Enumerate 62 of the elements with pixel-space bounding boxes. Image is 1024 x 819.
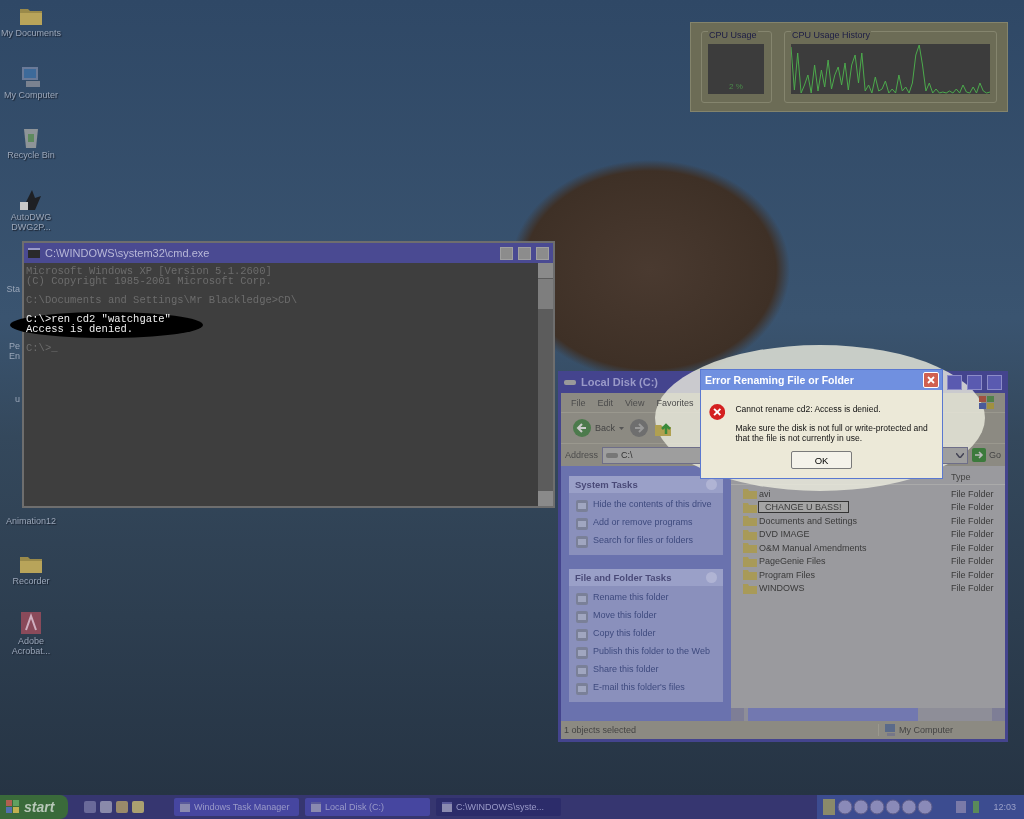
icon-label[interactable]: Adobe Acrobat... xyxy=(0,636,62,656)
file-name: avi xyxy=(758,488,772,499)
file-name: DVD IMAGE xyxy=(758,529,811,540)
panel-title: System Tasks xyxy=(575,479,638,490)
task-link[interactable]: Add or remove programs xyxy=(593,517,693,527)
menu-item[interactable]: File xyxy=(571,397,586,408)
file-type: File Folder xyxy=(951,488,995,499)
panel-title: CPU Usage xyxy=(708,30,758,40)
panel-title: CPU Usage History xyxy=(791,30,872,40)
cpu-reading: 2 % xyxy=(729,82,743,91)
file-type: File Folder xyxy=(951,583,995,594)
menu-item[interactable]: Edit xyxy=(597,397,614,408)
icon-label[interactable]: Recorder xyxy=(12,576,50,586)
file-name: PageGenie Files xyxy=(758,556,827,567)
task-link[interactable]: Move this folder xyxy=(593,610,657,620)
address-label: Address xyxy=(565,450,599,460)
icon-label[interactable]: u xyxy=(0,394,20,404)
file-type: File Folder xyxy=(951,529,995,540)
file-name: O&M Manual Amendments xyxy=(758,542,868,553)
status-text: 1 objects selected xyxy=(563,725,638,735)
task-link[interactable]: E-mail this folder's files xyxy=(593,682,685,692)
file-type: File Folder xyxy=(951,556,995,567)
file-name: Documents and Settings xyxy=(758,515,859,526)
icon-label[interactable]: AutoDWG DWG2P... xyxy=(0,212,62,232)
rename-field[interactable]: CHANGE U BASS! xyxy=(758,501,849,514)
task-link[interactable]: Copy this folder xyxy=(593,628,656,638)
panel-title: File and Folder Tasks xyxy=(575,572,672,583)
file-type: File Folder xyxy=(951,569,995,580)
task-link[interactable]: Publish this folder to the Web xyxy=(593,646,710,656)
icon-label[interactable]: Sta xyxy=(0,284,20,294)
console-line: Access is denied. xyxy=(26,324,134,335)
window-title: Local Disk (C:) xyxy=(581,376,658,388)
console-line: C:\>ren cd2 "watchgate" xyxy=(26,314,172,325)
file-name: Program Files xyxy=(758,569,816,580)
icon-label[interactable]: My Computer xyxy=(4,90,58,100)
taskbar-button[interactable]: C:\WINDOWS\syste... xyxy=(436,798,561,816)
icon-label[interactable]: My Documents xyxy=(1,28,61,38)
task-link[interactable]: Search for files or folders xyxy=(593,535,694,545)
dialog-title: Error Renaming File or Folder xyxy=(705,374,855,386)
file-name: WINDOWS xyxy=(758,583,806,594)
taskbar-button[interactable]: Local Disk (C:) xyxy=(305,798,430,816)
error-detail: Make sure the disk is not full or write-protected and that the file is not currently in use. xyxy=(735,423,929,443)
error-message: Cannot rename cd2: Access is denied. xyxy=(735,404,882,414)
file-type: File Folder xyxy=(951,542,995,553)
taskbar-button[interactable]: Windows Task Manager xyxy=(174,798,299,816)
back-button[interactable]: Back xyxy=(573,419,624,437)
icon-label[interactable]: Animation12 xyxy=(5,516,56,526)
icon-label[interactable]: Pe En xyxy=(0,341,20,361)
task-link[interactable]: Rename this folder xyxy=(593,592,669,602)
file-type: File Folder xyxy=(951,515,995,526)
task-link[interactable]: Hide the contents of this drive xyxy=(593,499,712,509)
file-type: File Folder xyxy=(951,502,995,513)
go-button[interactable]: Go xyxy=(972,448,1001,462)
task-link[interactable]: Share this folder xyxy=(593,664,659,674)
ok-button[interactable]: OK xyxy=(791,451,852,469)
clock: 12:03 xyxy=(993,802,1016,812)
status-zone: My Computer xyxy=(899,725,953,735)
window-title: C:\WINDOWS\system32\cmd.exe xyxy=(45,247,211,259)
start-button[interactable]: start xyxy=(0,795,68,819)
icon-label[interactable]: Recycle Bin xyxy=(7,150,55,160)
menu-item[interactable]: View xyxy=(625,397,645,408)
column-header[interactable]: Type xyxy=(951,472,1005,482)
